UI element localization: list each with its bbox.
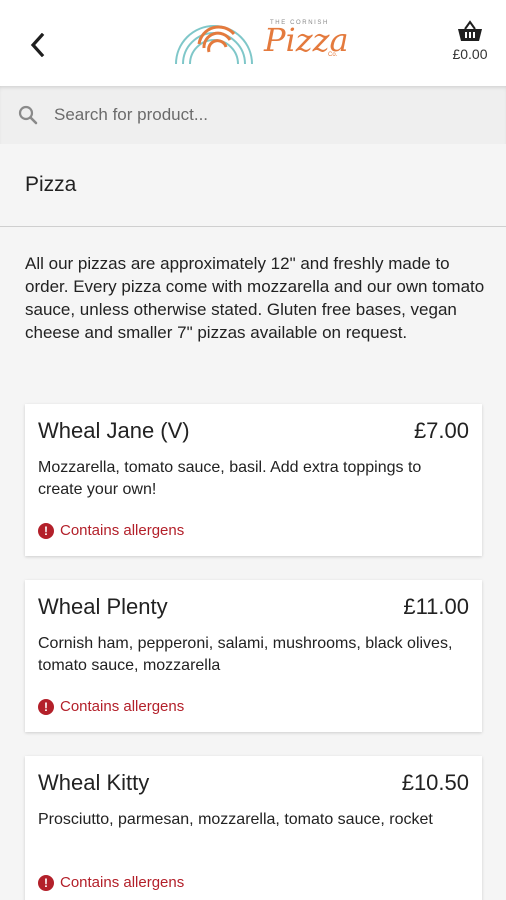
allergen-label: Contains allergens [60,522,185,539]
app-header: THE CORNISH Pizza Co. £0.00 [0,0,506,86]
allergen-warning[interactable]: ! Contains allergens [38,522,184,539]
allergen-label: Contains allergens [60,874,185,891]
product-card-wheal-kitty[interactable]: Wheal Kitty £10.50 Prosciutto, parmesan,… [25,756,482,900]
product-description: Mozzarella, tomato sauce, basil. Add ext… [38,459,422,498]
product-price: £11.00 [403,594,469,619]
product-description: Prosciutto, parmesan, mozzarella, tomato… [38,811,433,828]
product-name: Wheal Kitty [38,770,150,795]
basket-total: £0.00 [452,46,488,62]
allergen-warning[interactable]: ! Contains allergens [38,874,184,891]
search-icon [18,105,38,125]
product-name: Wheal Jane (V) [38,418,190,443]
allergen-label: Contains allergens [60,698,185,715]
logo-rings-icon [175,25,253,65]
product-description: Cornish ham, pepperoni, salami, mushroom… [38,635,453,674]
category-title: Pizza [25,173,77,196]
product-name: Wheal Plenty [38,594,168,619]
basket-button[interactable]: £0.00 [446,20,494,70]
search-bar [0,86,506,144]
search-input[interactable] [54,96,484,134]
product-price: £10.50 [401,770,469,795]
product-card-wheal-jane[interactable]: Wheal Jane (V) £7.00 Mozzarella, tomato … [25,404,482,556]
alert-icon: ! [38,522,54,539]
alert-icon: ! [38,698,54,715]
back-button[interactable] [22,28,52,62]
basket-icon [458,20,482,41]
alert-icon: ! [38,874,54,891]
category-header: Pizza [0,144,506,227]
chevron-left-icon [30,33,45,57]
allergen-warning[interactable]: ! Contains allergens [38,698,184,715]
product-card-wheal-plenty[interactable]: Wheal Plenty £11.00 Cornish ham, peppero… [25,580,482,732]
product-price: £7.00 [413,418,469,443]
brand-logo[interactable]: THE CORNISH Pizza Co. [172,14,350,70]
logo-co: Co. [328,52,338,58]
category-description: All our pizzas are approximately 12" and… [25,254,485,342]
